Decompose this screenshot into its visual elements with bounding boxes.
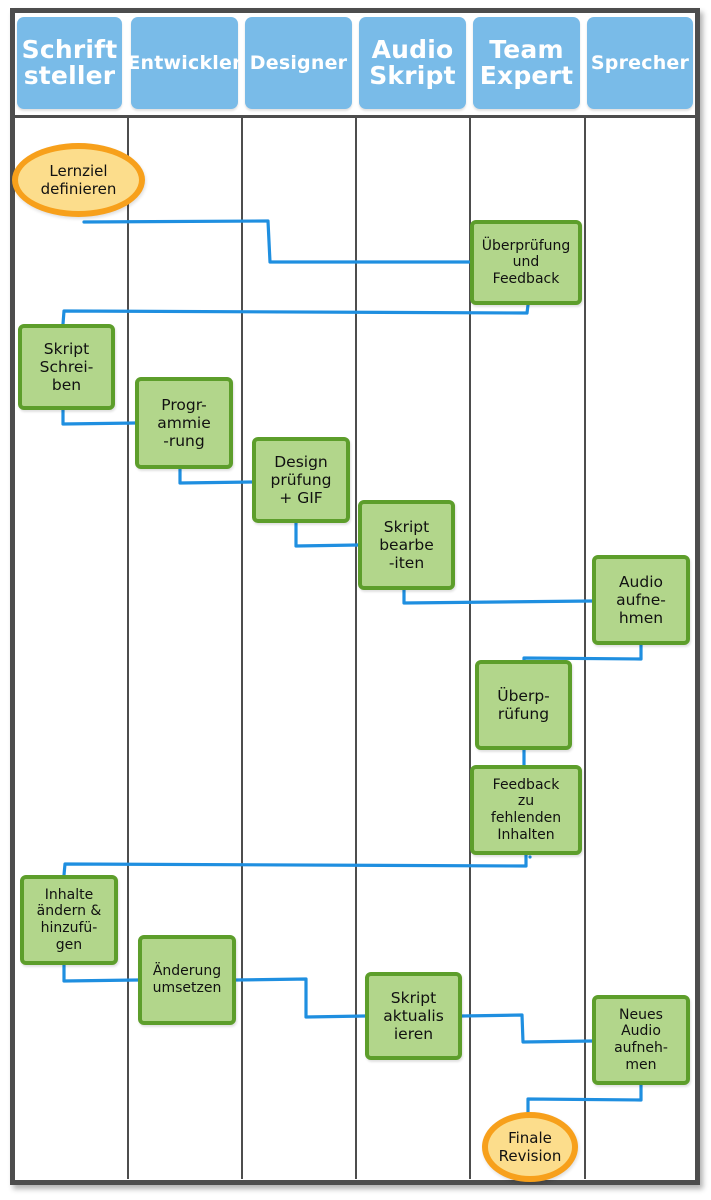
node-label: Neues Audio aufneh-men — [614, 1006, 668, 1073]
node-label: Änderung umsetzen — [152, 963, 222, 996]
swimlane-diagram: Schrift steller Entwickler Designer Audio… — [0, 0, 711, 1200]
lane-header-label: Sprecher — [590, 51, 690, 74]
node-feedback-fehlende-inhalte[interactable]: Feedback zu fehlenden Inhalten — [470, 765, 582, 855]
lane-header-schriftsteller[interactable]: Schrift steller — [17, 17, 122, 109]
node-lernziel-definieren[interactable]: Lernziel definieren — [12, 143, 145, 217]
node-label: Feedback zu fehlenden Inhalten — [490, 776, 562, 843]
lane-header-label: Schrift steller — [21, 34, 118, 90]
lane-header-sprecher[interactable]: Sprecher — [587, 17, 693, 109]
lane-header-entwickler[interactable]: Entwickler — [127, 17, 241, 109]
lane-header-designer[interactable]: Designer — [245, 17, 352, 109]
node-label: Skript aktualis ieren — [383, 988, 444, 1044]
lane-divider-1 — [127, 116, 129, 1179]
lane-header-label: Team Expert — [479, 34, 574, 90]
node-inhalte-aendern-hinzufuegen[interactable]: Inhalte ändern & hinzufü-gen — [20, 875, 118, 965]
node-skript-aktualisieren[interactable]: Skript aktualis ieren — [365, 972, 462, 1060]
lane-header-label: Entwickler — [127, 51, 242, 74]
node-aenderung-umsetzen[interactable]: Änderung umsetzen — [138, 935, 236, 1025]
node-label: Finale Revision — [498, 1129, 562, 1165]
node-label: Lernziel definieren — [40, 162, 117, 198]
node-ueberpruefung[interactable]: Überp-rüfung — [475, 660, 572, 750]
node-label: Audio aufne-hmen — [616, 572, 666, 628]
lane-divider-2 — [241, 116, 243, 1179]
lane-divider-3 — [355, 116, 357, 1179]
node-skript-bearbeiten[interactable]: Skript bearbe -iten — [358, 500, 455, 590]
lane-header-label: Audio Skript — [369, 34, 456, 90]
lane-header-audio-skript[interactable]: Audio Skript — [359, 17, 466, 109]
node-label: Überp-rüfung — [497, 686, 550, 723]
node-label: Design prüfung + GIF — [270, 452, 332, 508]
lane-header-label: Designer — [249, 51, 348, 74]
lane-divider-5 — [584, 116, 586, 1179]
node-label: Progr-ammie -rung — [157, 395, 211, 451]
node-finale-revision[interactable]: Finale Revision — [482, 1112, 578, 1182]
node-audio-aufnehmen[interactable]: Audio aufne-hmen — [592, 555, 690, 645]
node-programmierung[interactable]: Progr-ammie -rung — [135, 377, 233, 469]
node-neues-audio-aufnehmen[interactable]: Neues Audio aufneh-men — [592, 995, 690, 1085]
node-label: Inhalte ändern & hinzufü-gen — [36, 886, 102, 953]
lane-header-team-expert[interactable]: Team Expert — [473, 17, 580, 109]
node-label: Skript Schrei-ben — [39, 339, 94, 395]
node-label: Skript bearbe -iten — [379, 517, 434, 573]
node-skript-schreiben[interactable]: Skript Schrei-ben — [18, 324, 115, 410]
node-label: Überprüfung und Feedback — [481, 237, 571, 287]
node-designpruefung-gif[interactable]: Design prüfung + GIF — [252, 437, 350, 523]
node-ueberpruefung-und-feedback[interactable]: Überprüfung und Feedback — [470, 220, 582, 305]
